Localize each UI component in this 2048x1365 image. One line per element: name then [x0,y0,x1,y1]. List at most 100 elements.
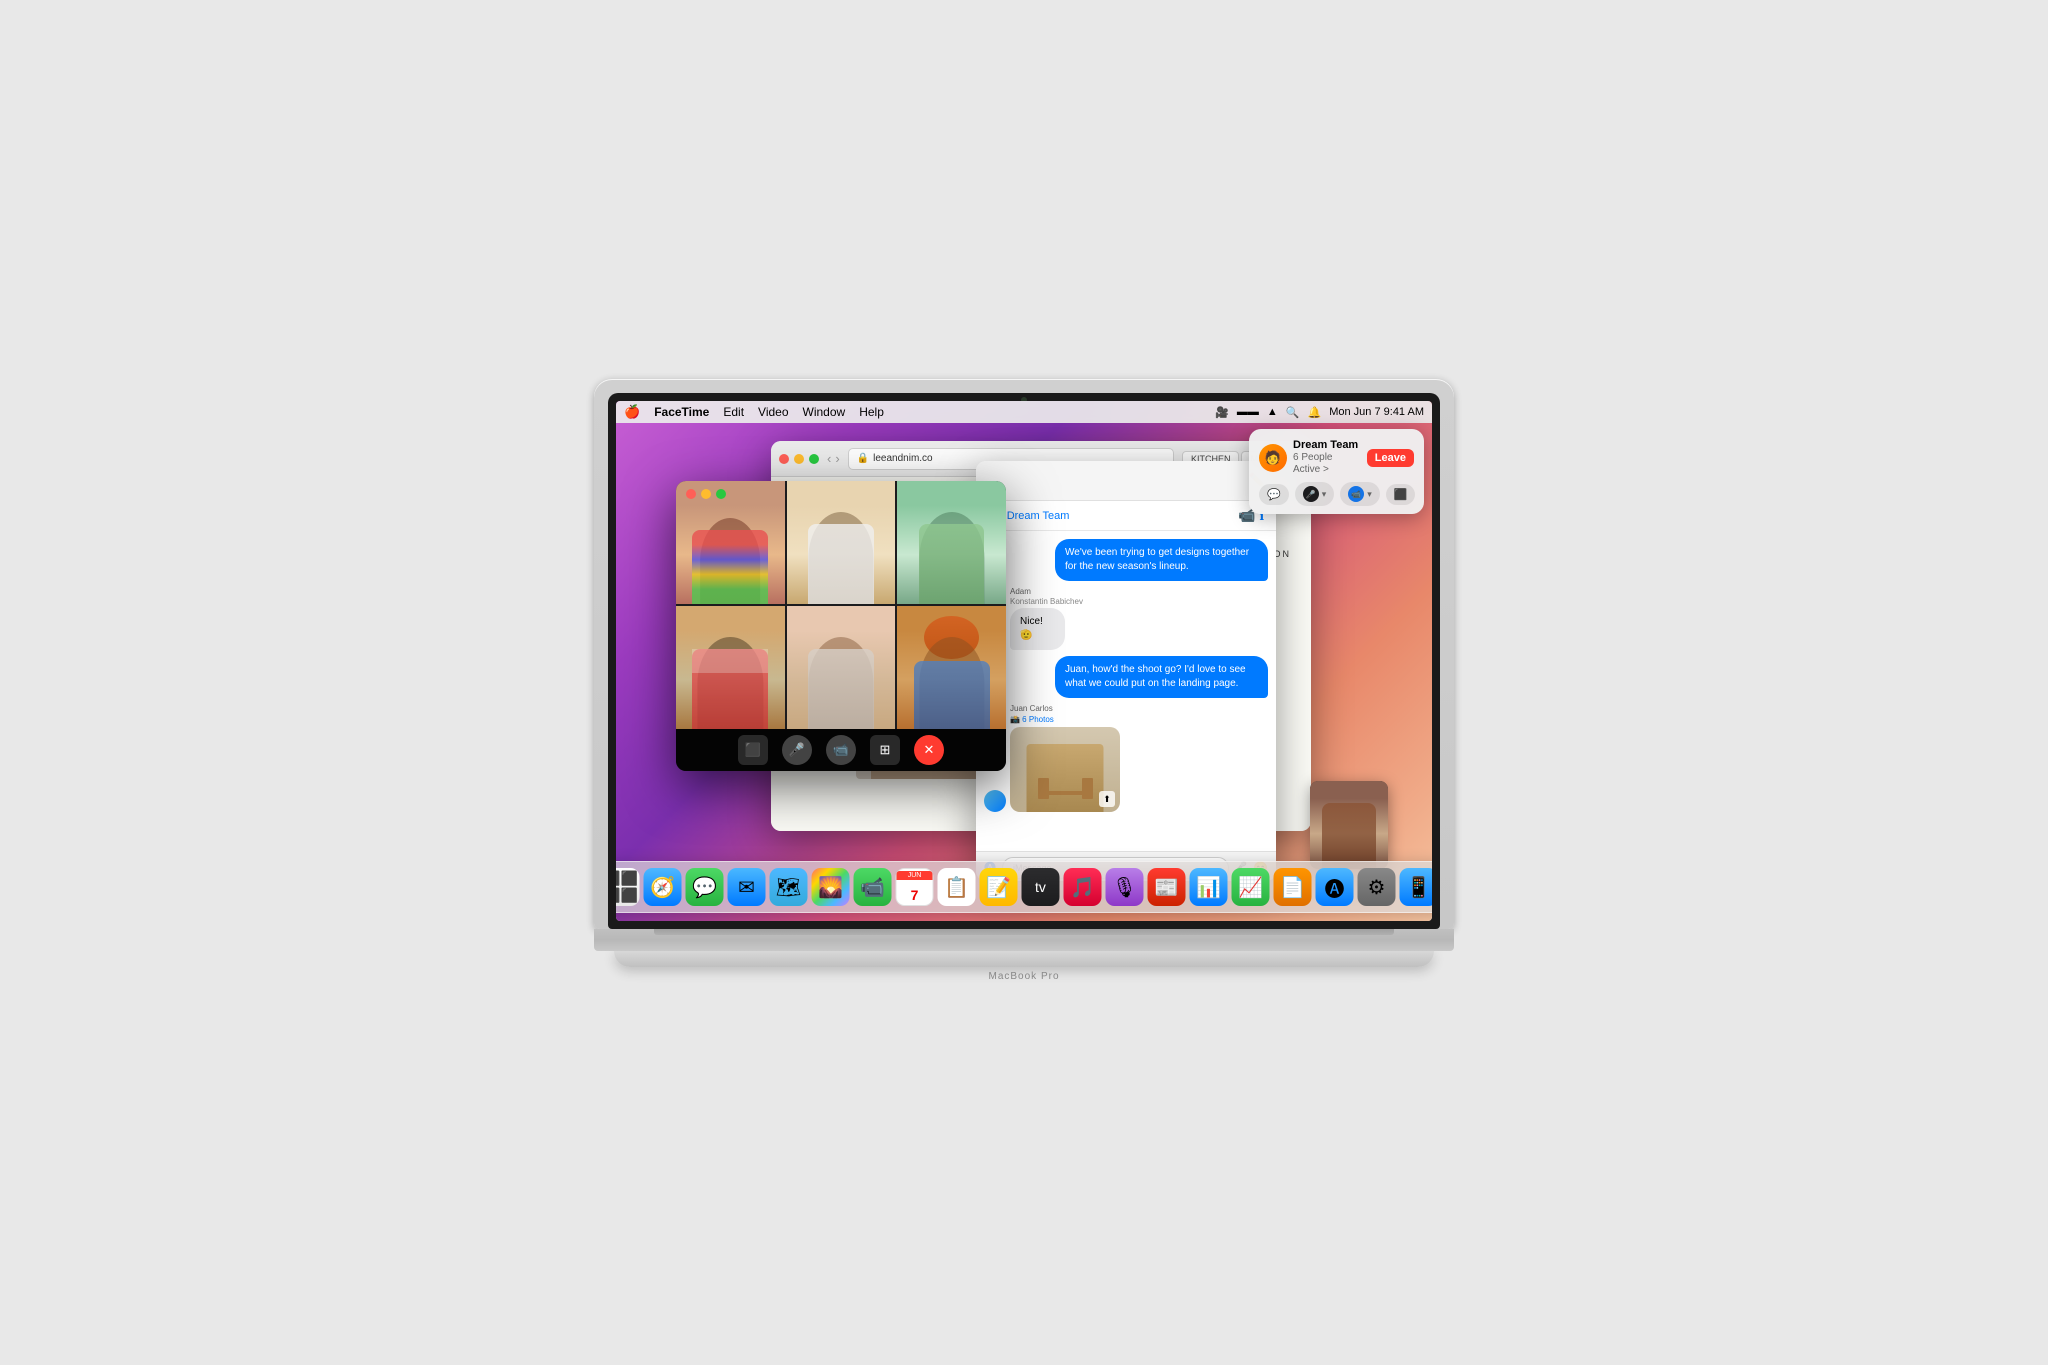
url-text: leeandnim.co [873,453,932,464]
juan-avatar [984,790,1006,812]
photos-icon: 🌄 [818,875,843,900]
menu-help[interactable]: Help [859,405,884,419]
participant-2 [787,481,896,604]
message-bubble-sent-2: Juan, how'd the shoot go? I'd love to se… [1055,656,1268,698]
menubar-left: 🍎 FaceTime Edit Video Window Help [624,404,884,420]
dock-appletv[interactable]: tv [1022,868,1060,906]
desktop-background: 🍎 FaceTime Edit Video Window Help 🎥 ▬▬ ▲… [616,401,1432,921]
dock-messages[interactable]: 💬 [686,868,724,906]
camera-toggle-button[interactable]: 📹 [826,735,856,765]
camera-icon: 🎥 [1215,406,1229,419]
mute-button[interactable]: 🎤 [782,735,812,765]
leave-call-button[interactable]: Leave [1367,449,1414,467]
messages-window: ✏️ To: Dream Team 📹 ℹ We've been trying … [976,461,1276,881]
message-bubble-received: Nice! 🫡 [1010,608,1065,650]
dock-launchpad[interactable]: ⬛⬛⬛⬛ [616,868,640,906]
dock-music[interactable]: 🎵 [1064,868,1102,906]
recipient-label: Dream Team [1007,510,1070,522]
menu-video[interactable]: Video [758,405,788,419]
browser-nav: ‹ › [827,451,840,466]
share-icon[interactable]: ⬆ [1099,791,1115,807]
chat-button[interactable]: 💬 [1259,484,1289,505]
appstore-icon: 🅐 [1325,873,1345,902]
video-icon: 📹 [1351,490,1361,499]
menubar: 🍎 FaceTime Edit Video Window Help 🎥 ▬▬ ▲… [616,401,1432,423]
menu-edit[interactable]: Edit [723,405,744,419]
maximize-dot[interactable] [809,454,819,464]
facetime-notification-widget: 🧑 Dream Team 6 People Active > Leave 💬 [1249,429,1424,514]
mic-icon: 🎤 [1306,490,1316,499]
dock-pages[interactable]: 📄 [1274,868,1312,906]
dock-system-preferences[interactable]: ⚙ [1358,868,1396,906]
back-icon[interactable]: ‹ [827,451,831,466]
reminders-icon: 📋 [944,875,969,900]
dock-photos[interactable]: 🌄 [812,868,850,906]
ft-minimize-dot[interactable] [701,489,711,499]
macbook-label: MacBook Pro [594,967,1454,986]
facetime-icon: 📹 [860,875,885,900]
photo-message: Juan Carlos 📸 6 Photos [984,704,1268,812]
layout-button[interactable]: ⊞ [870,735,900,765]
macbook-hinge [654,929,1394,935]
screenshare-icon: ⬛ [1394,488,1408,501]
screenshare-button[interactable]: ⬛ [1386,484,1416,505]
sent-message-2: Juan, how'd the shoot go? I'd love to se… [984,656,1268,698]
end-call-button[interactable]: ✕ [914,735,944,765]
macbook-lid: 🍎 FaceTime Edit Video Window Help 🎥 ▬▬ ▲… [594,379,1454,929]
dock-news[interactable]: 📰 [1148,868,1186,906]
widget-info: Dream Team 6 People Active > [1293,439,1361,476]
settings-icon: ⚙ [1368,875,1386,900]
ft-close-dot[interactable] [686,489,696,499]
search-icon[interactable]: 🔍 [1286,406,1300,419]
video-dot: 📹 [1348,486,1364,502]
minimize-dot[interactable] [794,454,804,464]
app-name: FaceTime [654,405,709,419]
dock-mail[interactable]: ✉ [728,868,766,906]
facetime-window-controls [686,489,726,499]
screen-share-button[interactable]: ⬛ [738,735,768,765]
mic-button[interactable]: 🎤 ▾ [1295,482,1335,506]
notification-icon: 🔔 [1308,406,1322,419]
dock-podcasts[interactable]: 🎙 [1106,868,1144,906]
lock-icon: 🔒 [857,453,869,464]
news-icon: 📰 [1154,875,1179,900]
dock-maps[interactable]: 🗺 [770,868,808,906]
participant-4 [676,606,785,729]
notes-icon: 📝 [986,875,1011,900]
video-button[interactable]: 📹 ▾ [1340,482,1380,506]
dock: 😊 ⬛⬛⬛⬛ 🧭 💬 [616,861,1432,913]
screen: 🍎 FaceTime Edit Video Window Help 🎥 ▬▬ ▲… [616,401,1432,921]
numbers-icon: 📈 [1238,875,1263,900]
widget-subtitle: 6 People Active > [1293,452,1361,476]
dock-screen-time[interactable]: 📱 [1400,868,1433,906]
dock-safari[interactable]: 🧭 [644,868,682,906]
dock-reminders[interactable]: 📋 [938,868,976,906]
dock-notes[interactable]: 📝 [980,868,1018,906]
dock-calendar[interactable]: JUN 7 [896,868,934,906]
widget-header: 🧑 Dream Team 6 People Active > Leave [1259,439,1414,476]
photo-card[interactable]: ⬆ [1010,727,1120,812]
keynote-icon: 📊 [1196,875,1221,900]
thumbnail-video [1310,781,1388,869]
messages-header: To: Dream Team 📹 ℹ [976,501,1276,531]
forward-icon[interactable]: › [835,451,839,466]
macbook-stand [614,951,1434,967]
dock-facetime[interactable]: 📹 [854,868,892,906]
menubar-right: 🎥 ▬▬ ▲ 🔍 🔔 Mon Jun 7 9:41 AM [1215,406,1424,419]
messages-toolbar: ✏️ [976,461,1276,501]
safari-icon: 🧭 [650,875,675,900]
group-avatar: 🧑 [1259,444,1287,472]
dock-keynote[interactable]: 📊 [1190,868,1228,906]
music-icon: 🎵 [1070,875,1095,900]
photos-label: 📸 6 Photos [1010,715,1120,724]
launchpad-icon: ⬛⬛⬛⬛ [616,870,638,904]
received-message-1: Adam Konstantin Babichev Nice! 🫡 [984,587,1268,650]
menu-window[interactable]: Window [803,405,846,419]
messages-icon: 💬 [692,875,717,900]
dock-numbers[interactable]: 📈 [1232,868,1270,906]
close-dot[interactable] [779,454,789,464]
dock-appstore[interactable]: 🅐 [1316,868,1354,906]
apple-menu[interactable]: 🍎 [624,404,640,420]
screen-time-icon: 📱 [1406,875,1431,900]
ft-maximize-dot[interactable] [716,489,726,499]
